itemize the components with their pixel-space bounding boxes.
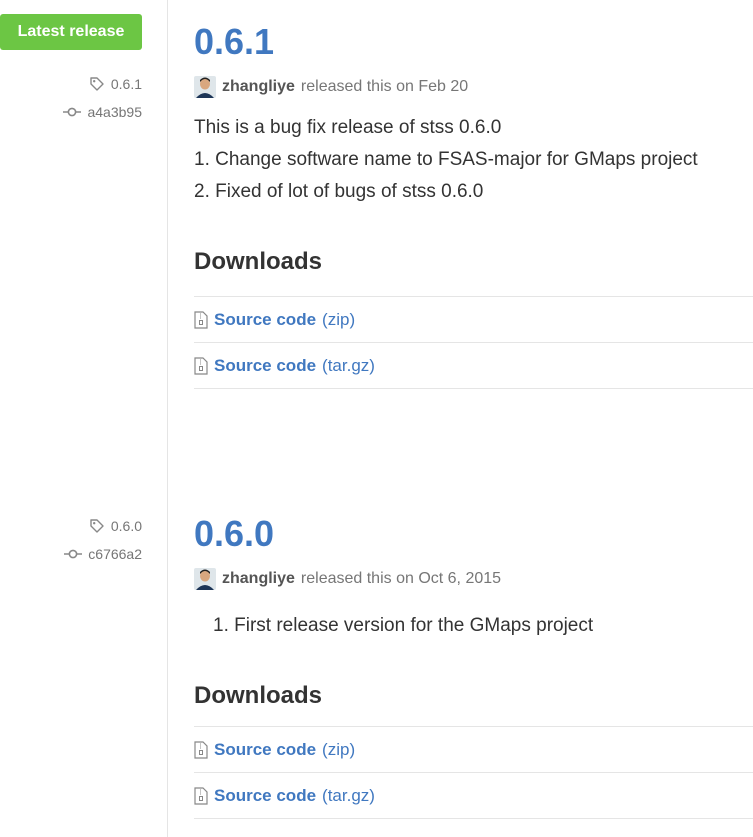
release-tag[interactable]: 0.6.1 [89, 76, 142, 92]
download-source-targz[interactable]: Source code (tar.gz) [194, 773, 753, 819]
author-name[interactable]: zhangliye [222, 570, 295, 588]
release-0-6-0: 0.6.0 c6766a2 0.6.0 zhangliye released t… [0, 500, 753, 837]
download-ext[interactable]: (zip) [322, 740, 355, 760]
download-label[interactable]: Source code [214, 310, 316, 330]
download-label[interactable]: Source code [214, 740, 316, 760]
avatar[interactable] [194, 568, 216, 590]
release-content: 0.6.0 zhangliye released this on Oct 6, … [194, 512, 753, 819]
release-0-6-1: Latest release 0.6.1 a4a3b95 0.6.1 zhang… [0, 0, 753, 460]
file-zip-icon [194, 356, 208, 375]
release-version-link[interactable]: 0.6.1 [194, 20, 753, 64]
note-line: 1. First release version for the GMaps p… [213, 615, 594, 636]
download-label[interactable]: Source code [214, 786, 316, 806]
download-source-targz[interactable]: Source code (tar.gz) [194, 343, 753, 389]
note-line: This is a bug fix release of stss 0.6.0 [194, 117, 502, 138]
release-notes: This is a bug fix release of stss 0.6.0 … [194, 112, 753, 208]
release-author-line: zhangliye released this on Oct 6, 2015 [194, 568, 753, 590]
release-commit[interactable]: a4a3b95 [63, 104, 142, 120]
download-source-zip[interactable]: Source code (zip) [194, 727, 753, 773]
download-ext[interactable]: (tar.gz) [322, 786, 375, 806]
downloads-heading: Downloads [194, 682, 323, 709]
avatar[interactable] [194, 76, 216, 98]
note-line: 2. Fixed of lot of bugs of stss 0.6.0 [194, 181, 484, 202]
release-version-link[interactable]: 0.6.0 [194, 512, 753, 556]
note-line: 1. Change software name to FSAS-major fo… [194, 149, 698, 170]
commit-icon [63, 107, 82, 117]
tag-icon [90, 519, 104, 533]
download-ext[interactable]: (tar.gz) [322, 356, 375, 376]
download-ext[interactable]: (zip) [322, 310, 355, 330]
tag-label: 0.6.0 [110, 518, 142, 534]
file-zip-icon [194, 786, 208, 805]
release-meta: Latest release 0.6.1 a4a3b95 [0, 0, 168, 460]
release-commit[interactable]: c6766a2 [64, 546, 142, 562]
release-date-text: released this on Feb 20 [300, 78, 469, 95]
release-notes: 1. First release version for the GMaps p… [194, 610, 753, 642]
downloads-list: Source code (zip) Source code (tar.gz) [194, 726, 753, 819]
tag-label: 0.6.1 [110, 76, 142, 92]
download-source-zip[interactable]: Source code (zip) [194, 297, 753, 343]
release-content: 0.6.1 zhangliye released this on Feb 20 … [194, 20, 753, 389]
commit-sha: c6766a2 [88, 546, 142, 562]
release-tag[interactable]: 0.6.0 [89, 518, 142, 534]
commit-icon [64, 549, 83, 559]
tag-icon [90, 77, 104, 91]
file-zip-icon [194, 310, 208, 329]
downloads-heading: Downloads [194, 248, 323, 275]
file-zip-icon [194, 740, 208, 759]
release-meta: 0.6.0 c6766a2 [0, 500, 168, 837]
author-name[interactable]: zhangliye [222, 78, 295, 96]
commit-sha: a4a3b95 [87, 104, 142, 120]
release-date-text: released this on Oct 6, 2015 [300, 570, 502, 587]
downloads-list: Source code (zip) Source code (tar.gz) [194, 296, 753, 389]
release-author-line: zhangliye released this on Feb 20 [194, 76, 753, 98]
latest-release-badge: Latest release [0, 14, 142, 50]
download-label[interactable]: Source code [214, 356, 316, 376]
